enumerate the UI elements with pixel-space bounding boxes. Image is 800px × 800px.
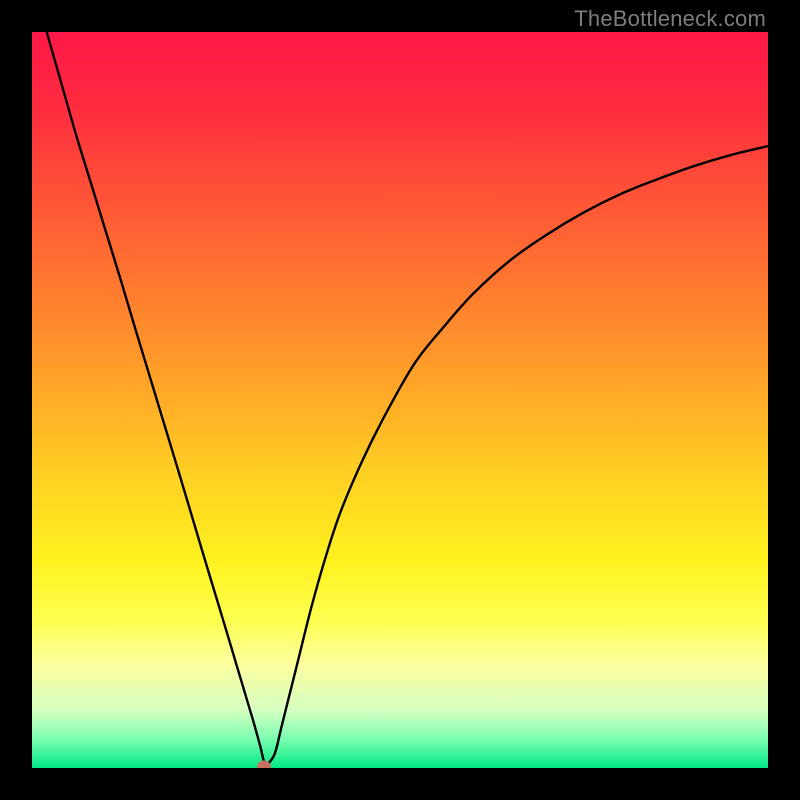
optimal-point-marker bbox=[257, 760, 271, 768]
chart-frame: TheBottleneck.com bbox=[0, 0, 800, 800]
plot-area bbox=[32, 32, 768, 768]
attribution-label: TheBottleneck.com bbox=[574, 6, 766, 32]
bottleneck-curve bbox=[32, 32, 768, 768]
